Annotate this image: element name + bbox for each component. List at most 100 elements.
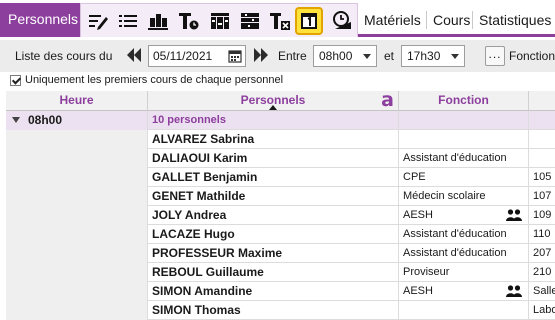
more-options-button[interactable]: ... (485, 46, 505, 66)
heure-cell (6, 149, 148, 168)
personnel-name: SIMON Amandine (148, 282, 399, 301)
first-course-checkbox[interactable] (10, 75, 21, 86)
personnel-name: ALVAREZ Sabrina (148, 130, 399, 149)
table-row[interactable]: SIMON Thomas Labo (6, 301, 555, 320)
fonction-cell (399, 130, 529, 149)
tab-personnels[interactable]: Personnels (0, 3, 80, 37)
first-course-filter: Uniquement les premiers cours de chaque … (0, 72, 555, 91)
column-header-heure[interactable]: Heure (6, 91, 148, 111)
personnel-name: LACAZE Hugo (148, 225, 399, 244)
timetable-icon[interactable] (175, 8, 201, 34)
list-icon[interactable] (115, 8, 141, 34)
fonction-cell: Assistant d'éducation (399, 244, 529, 263)
personnel-name: PROFESSEUR Maxime (148, 244, 399, 263)
and-label: et (384, 49, 395, 63)
date-value: 05/11/2021 (153, 49, 213, 63)
end-time-select[interactable]: 17h30 (401, 45, 465, 67)
table-row[interactable]: DALIAOUI Karim Assistant d'éducation (6, 149, 555, 168)
table-row[interactable]: JOLY Andrea AESH 109 (6, 206, 555, 225)
start-time-select[interactable]: 08h00 (313, 45, 377, 67)
calendar-icon[interactable] (228, 49, 242, 69)
table-row[interactable]: ALVAREZ Sabrina (6, 130, 555, 149)
personnel-name: SIMON Thomas (148, 301, 399, 320)
salle-cell: 210 (533, 266, 552, 278)
salle-cell: Labo (533, 304, 555, 316)
chevron-down-icon (363, 54, 371, 59)
fonction-cell: Assistant d'éducation (399, 225, 529, 244)
table-row[interactable]: REBOUL Guillaume Proviseur 210 (6, 263, 555, 282)
personnel-name: DALIAOUI Karim (148, 149, 399, 168)
group-time-cell: 08h00 (6, 111, 148, 130)
fonction-value: Médecin scolaire (403, 190, 486, 202)
between-label: Entre (278, 49, 307, 63)
heure-cell (6, 187, 148, 206)
timetable-remove-icon[interactable] (267, 8, 293, 34)
table-row[interactable]: GALLET Benjamin CPE 105 (6, 168, 555, 187)
clock-icon[interactable] (329, 8, 355, 34)
heure-cell (6, 301, 148, 320)
fonction-cell: Proviseur (399, 263, 529, 282)
column-header-personnels[interactable]: Personnels a (148, 91, 399, 111)
people-icon (506, 285, 522, 301)
end-time-value: 17h30 (407, 49, 441, 63)
fonction-value: AESH (403, 285, 433, 297)
heure-cell (6, 244, 148, 263)
previous-day-button[interactable] (126, 46, 142, 64)
table-row[interactable]: SIMON Amandine AESH Salle (6, 282, 555, 301)
salle-cell: 207 (533, 247, 552, 259)
collapse-triangle-icon[interactable] (12, 117, 20, 123)
people-group-icon[interactable] (145, 8, 171, 34)
fonction-cell (399, 301, 529, 320)
grid-rows-icon[interactable] (237, 8, 263, 34)
top-navigation: Personnels Matériels Cours Statistiques (0, 0, 555, 37)
column-header-fonction[interactable]: Fonction (399, 91, 529, 111)
salle-cell: 105 (533, 171, 552, 183)
fonction-cell: Assistant d'éducation (399, 149, 529, 168)
day-calendar-icon[interactable] (295, 7, 323, 35)
column-header-salle[interactable] (529, 91, 555, 111)
grid-columns-icon[interactable] (207, 8, 233, 34)
salle-cell (529, 149, 555, 168)
staff-course-grid: Heure Personnels a Fonction 08h00 10 per… (6, 91, 555, 320)
fonction-value: Assistant d'éducation (403, 228, 507, 240)
heure-cell (6, 130, 148, 149)
fonction-value: Assistant d'éducation (403, 247, 507, 259)
table-row[interactable]: PROFESSEUR Maxime Assistant d'éducation 20… (6, 244, 555, 263)
function-filter-label[interactable]: Fonction (509, 49, 555, 63)
group-count: 10 personnels (148, 111, 399, 130)
tab-materiels[interactable]: Matériels (358, 7, 427, 33)
people-icon (506, 209, 522, 225)
salle-cell (529, 130, 555, 149)
fonction-value: Assistant d'éducation (403, 152, 507, 164)
fonction-cell: AESH (399, 206, 529, 225)
heure-cell (6, 206, 148, 225)
first-course-label[interactable]: Uniquement les premiers cours de chaque … (25, 74, 283, 86)
filter-bar: Liste des cours du 05/11/2021 Entre 08h0… (0, 40, 555, 72)
group-fonction-cell (399, 111, 529, 130)
alphabetical-sort-icon[interactable]: a (381, 91, 394, 110)
heure-cell (6, 225, 148, 244)
fonction-cell: AESH (399, 282, 529, 301)
tab-statistiques[interactable]: Statistiques (473, 7, 555, 33)
fonction-value: CPE (403, 171, 426, 183)
course-list-label: Liste des cours du (15, 49, 113, 63)
heure-cell (6, 168, 148, 187)
group-salle-cell (529, 111, 555, 130)
personnel-name: REBOUL Guillaume (148, 263, 399, 282)
heure-cell (6, 282, 148, 301)
heure-cell (6, 263, 148, 282)
table-row[interactable]: GENET Mathilde Médecin scolaire 107 (6, 187, 555, 206)
view-toolbar (80, 3, 358, 37)
edit-list-icon[interactable] (85, 8, 111, 34)
chevron-down-icon (451, 54, 459, 59)
group-time: 08h00 (28, 113, 63, 127)
fonction-value: AESH (403, 209, 433, 221)
date-field[interactable]: 05/11/2021 (148, 45, 246, 67)
salle-cell: 107 (533, 190, 552, 202)
salle-cell: 109 (533, 209, 552, 221)
group-row[interactable]: 08h00 10 personnels (6, 111, 555, 130)
tab-cours[interactable]: Cours (427, 7, 476, 33)
table-row[interactable]: LACAZE Hugo Assistant d'éducation 110 (6, 225, 555, 244)
next-day-button[interactable] (253, 46, 269, 64)
personnel-name: GALLET Benjamin (148, 168, 399, 187)
